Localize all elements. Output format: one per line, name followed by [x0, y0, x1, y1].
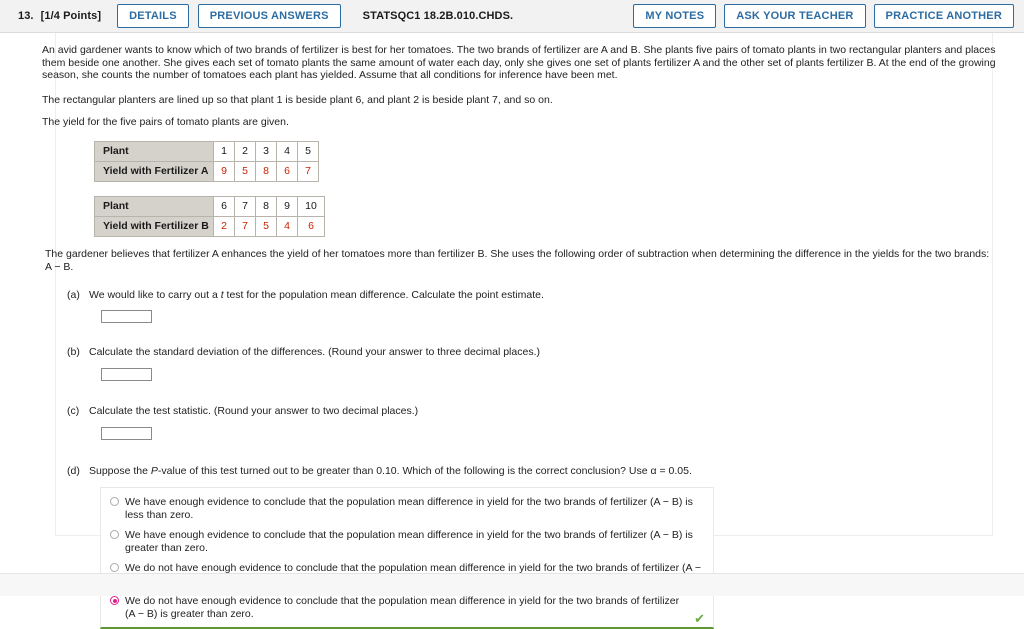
part-b-answer-input[interactable]	[101, 368, 152, 382]
plant-cell: 9	[276, 195, 298, 217]
part-d-italic-p: P	[150, 465, 158, 478]
plant-cell: 4	[276, 140, 298, 162]
question-header-bar: 13. [1/4 Points] DETAILS PREVIOUS ANSWER…	[0, 0, 1024, 33]
fertilizer-a-table: Plant 1 2 3 4 5 Yield with Fertilizer A …	[94, 140, 319, 182]
part-c-body: Calculate the test statistic. (Round you…	[89, 405, 992, 441]
radio-button-icon-1[interactable]	[110, 497, 119, 507]
question-code: STATSQC1 18.2B.010.CHDS.	[362, 10, 514, 22]
plant-cell: 3	[255, 140, 277, 162]
planter-lineup-text: The rectangular planters are lined up so…	[42, 93, 553, 106]
part-b-label: (b)	[67, 346, 80, 359]
details-button[interactable]: DETAILS	[117, 4, 189, 28]
part-d-body: Suppose the P-value of this test turned …	[89, 465, 992, 629]
part-a-text-after: test for the population mean difference.…	[223, 289, 544, 302]
table-row: Yield with Fertilizer A 9 5 8 6 7	[94, 160, 319, 182]
yield-cell: 7	[297, 160, 319, 182]
plant-row-header: Plant	[94, 140, 214, 162]
question-part-d: (d) Suppose the P-value of this test tur…	[67, 465, 992, 629]
radio-button-icon-3[interactable]	[110, 563, 119, 573]
yield-cell: 4	[276, 215, 298, 237]
fertilizer-b-table: Plant 6 7 8 9 10 Yield with Fertilizer B…	[94, 195, 325, 237]
yield-row-header: Yield with Fertilizer A	[94, 160, 214, 182]
part-c-answer-input[interactable]	[101, 427, 152, 441]
yield-cell: 9	[213, 160, 235, 182]
yield-cell: 7	[234, 215, 256, 237]
plant-cell: 10	[297, 195, 325, 217]
yield-note-text: The yield for the five pairs of tomato p…	[42, 116, 289, 129]
yield-cell: 8	[255, 160, 277, 182]
ask-your-teacher-button[interactable]: ASK YOUR TEACHER	[724, 4, 866, 28]
question-card: An avid gardener wants to know which of …	[42, 33, 996, 629]
plant-cell: 7	[234, 195, 256, 217]
table-row: Yield with Fertilizer B 2 7 5 4 6	[94, 215, 325, 237]
part-d-label: (d)	[67, 465, 80, 478]
practice-another-button[interactable]: PRACTICE ANOTHER	[873, 4, 1014, 28]
yield-row-header: Yield with Fertilizer B	[94, 215, 214, 237]
option-label-2: We have enough evidence to conclude that…	[125, 529, 693, 555]
question-part-a: (a) We would like to carry out a t test …	[67, 289, 992, 324]
question-header-left: 13. [1/4 Points] DETAILS PREVIOUS ANSWER…	[0, 4, 633, 28]
part-a-text: We would like to carry out a t test for …	[89, 289, 992, 302]
option-row-1[interactable]: We have enough evidence to conclude that…	[110, 496, 704, 522]
part-a-label: (a)	[67, 289, 80, 302]
problem-intro-text: An avid gardener wants to know which of …	[42, 44, 996, 82]
radio-button-icon-2[interactable]	[110, 530, 119, 540]
yield-cell: 6	[276, 160, 298, 182]
plant-row-header: Plant	[94, 195, 214, 217]
part-d-text-before: Suppose the	[89, 465, 151, 478]
part-a-answer-input[interactable]	[101, 310, 152, 324]
part-a-body: We would like to carry out a t test for …	[89, 289, 992, 324]
option-row-4[interactable]: We do not have enough evidence to conclu…	[110, 595, 704, 621]
part-b-text: Calculate the standard deviation of the …	[89, 346, 540, 359]
table-row: Plant 6 7 8 9 10	[94, 195, 325, 217]
plant-cell: 6	[213, 195, 235, 217]
plant-cell: 2	[234, 140, 256, 162]
gardener-belief-text: The gardener believes that fertilizer A …	[45, 247, 990, 273]
page-footer-strip	[0, 573, 1024, 596]
part-d-text-after: -value of this test turned out to be gre…	[157, 465, 692, 478]
part-c-text: Calculate the test statistic. (Round you…	[89, 405, 419, 418]
question-part-b: (b) Calculate the standard deviation of …	[67, 346, 992, 382]
question-number: 13.	[18, 10, 34, 22]
plant-cell: 1	[213, 140, 235, 162]
question-part-c: (c) Calculate the test statistic. (Round…	[67, 405, 992, 441]
plant-cell: 5	[297, 140, 319, 162]
my-notes-button[interactable]: MY NOTES	[633, 4, 717, 28]
question-content: An avid gardener wants to know which of …	[42, 33, 996, 629]
previous-answers-button[interactable]: PREVIOUS ANSWERS	[197, 4, 341, 28]
option-row-2[interactable]: We have enough evidence to conclude that…	[110, 529, 704, 555]
yield-cell: 5	[255, 215, 277, 237]
correct-check-icon: ✔	[694, 611, 705, 627]
radio-button-icon-4[interactable]	[110, 596, 119, 606]
option-label-1: We have enough evidence to conclude that…	[125, 496, 693, 522]
yield-cell: 6	[297, 215, 325, 237]
yield-cell: 5	[234, 160, 256, 182]
answer-options-box: We have enough evidence to conclude that…	[100, 487, 714, 629]
question-points: [1/4 Points]	[40, 10, 102, 22]
table-row: Plant 1 2 3 4 5	[94, 140, 319, 162]
plant-cell: 8	[255, 195, 277, 217]
yield-cell: 2	[213, 215, 235, 237]
part-c-label: (c)	[67, 405, 80, 418]
option-label-4: We do not have enough evidence to conclu…	[125, 595, 680, 621]
question-header-right: MY NOTES ASK YOUR TEACHER PRACTICE ANOTH…	[633, 4, 1014, 28]
part-b-body: Calculate the standard deviation of the …	[89, 346, 992, 382]
part-a-text-before: We would like to carry out a	[89, 289, 221, 302]
part-d-text: Suppose the P-value of this test turned …	[89, 465, 992, 478]
